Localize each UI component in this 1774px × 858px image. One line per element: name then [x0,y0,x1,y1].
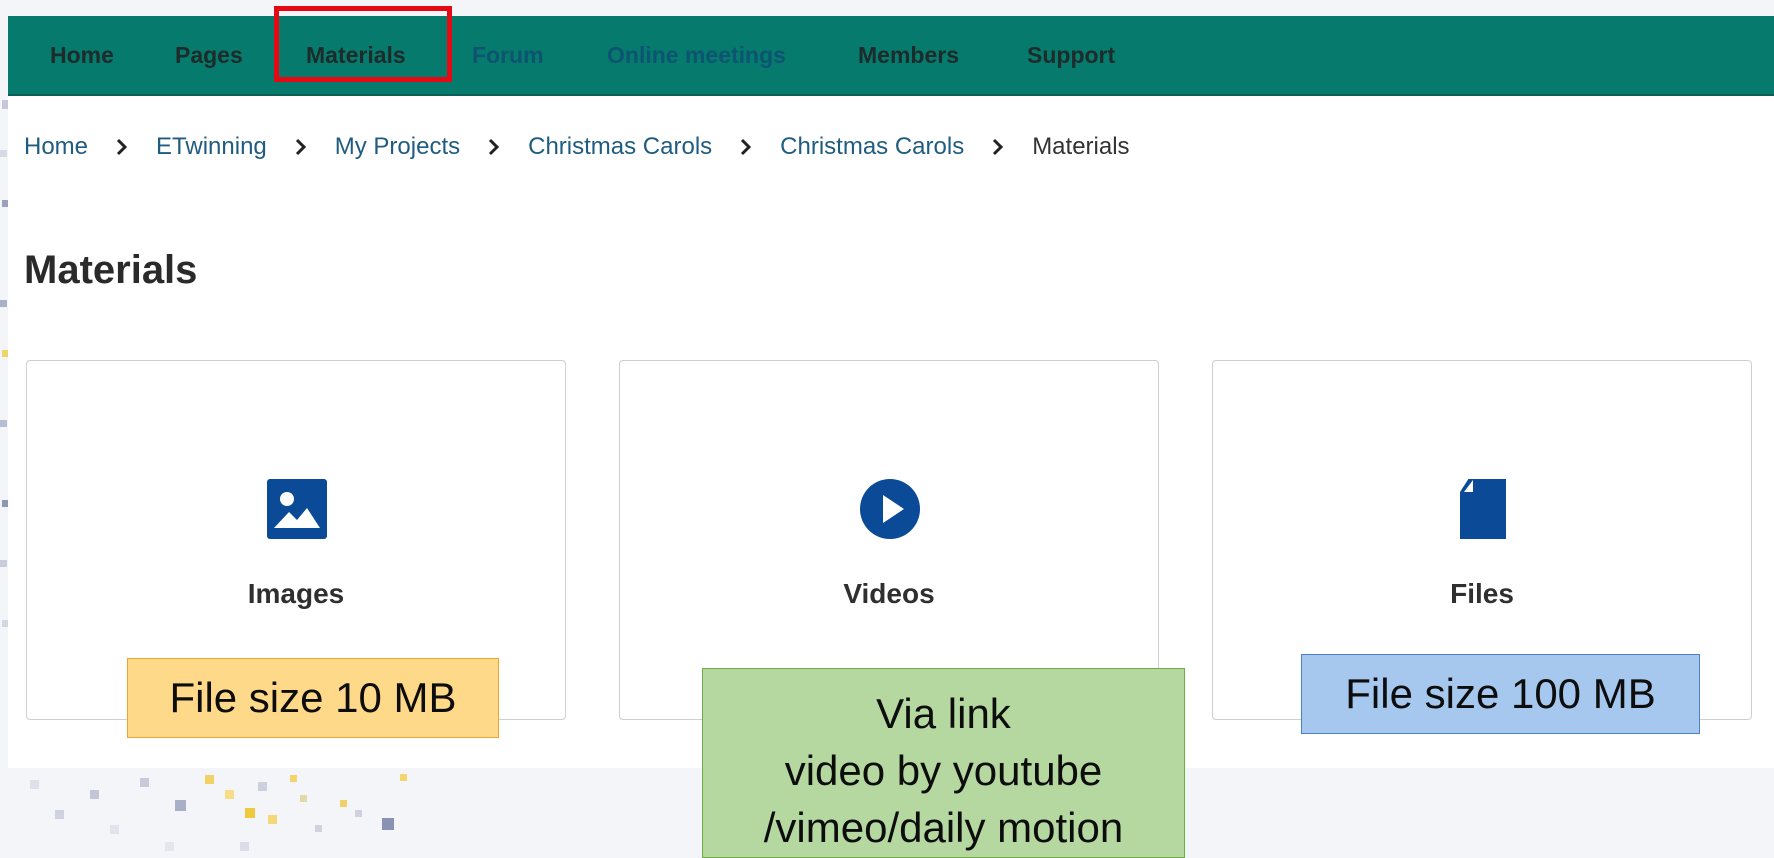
files-size-note: File size 100 MB [1301,654,1700,734]
chevron-right-icon [489,138,500,156]
nav-support[interactable]: Support [1027,40,1115,70]
breadcrumb-etwinning[interactable]: ETwinning [156,133,267,161]
nav-members[interactable]: Members [858,40,959,70]
breadcrumb: Home ETwinning My Projects Christmas Car… [24,127,1130,167]
page-title: Materials [24,248,198,292]
images-size-note-text: File size 10 MB [169,674,457,721]
chevron-right-icon [993,138,1004,156]
videos-note-line-2: video by youtube [784,747,1103,794]
play-circle-icon [860,479,920,539]
videos-card[interactable]: Videos [619,360,1159,720]
nav-home[interactable]: Home [50,40,114,70]
breadcrumb-christmas-carols-project[interactable]: Christmas Carols [528,133,712,161]
file-icon [1460,479,1506,539]
videos-card-label: Videos [843,578,935,609]
images-size-note: File size 10 MB [127,658,499,738]
breadcrumb-materials: Materials [1032,133,1130,160]
chevron-right-icon [295,138,306,156]
nav-materials[interactable]: Materials [306,40,406,70]
nav-online-meetings[interactable]: Online meetings [607,40,786,70]
files-card-label: Files [1450,578,1514,609]
images-card-label: Images [247,578,345,609]
nav-pages[interactable]: Pages [175,40,243,70]
image-icon [267,479,327,539]
videos-note-line-1: Via link [876,690,1011,737]
breadcrumb-home[interactable]: Home [24,133,88,161]
chevron-right-icon [116,138,128,156]
chevron-right-icon [741,138,752,156]
videos-note-line-3: /vimeo/daily motion [763,804,1124,851]
breadcrumb-christmas-carols-space[interactable]: Christmas Carols [780,133,964,161]
top-navigation-bar: Home Pages Materials Forum Online meetin… [8,16,1774,96]
breadcrumb-my-projects[interactable]: My Projects [335,133,460,161]
files-size-note-text: File size 100 MB [1345,670,1656,717]
nav-forum[interactable]: Forum [472,40,544,70]
videos-link-note: Via link video by youtube /vimeo/daily m… [702,668,1185,858]
